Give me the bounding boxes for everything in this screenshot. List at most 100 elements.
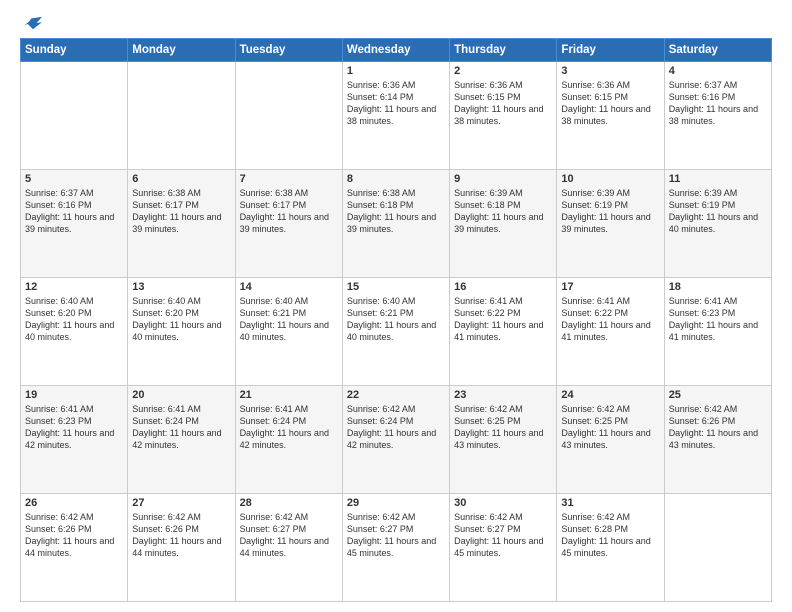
day-content: Sunrise: 6:42 AM Sunset: 6:28 PM Dayligh… — [561, 511, 659, 560]
day-header-thursday: Thursday — [450, 39, 557, 62]
day-header-monday: Monday — [128, 39, 235, 62]
calendar-cell: 4Sunrise: 6:37 AM Sunset: 6:16 PM Daylig… — [664, 62, 771, 170]
day-header-sunday: Sunday — [21, 39, 128, 62]
day-number: 19 — [25, 389, 123, 401]
day-content: Sunrise: 6:36 AM Sunset: 6:15 PM Dayligh… — [561, 79, 659, 128]
day-content: Sunrise: 6:42 AM Sunset: 6:25 PM Dayligh… — [454, 403, 552, 452]
day-number: 20 — [132, 389, 230, 401]
day-content: Sunrise: 6:40 AM Sunset: 6:21 PM Dayligh… — [240, 295, 338, 344]
day-content: Sunrise: 6:42 AM Sunset: 6:27 PM Dayligh… — [240, 511, 338, 560]
day-number: 11 — [669, 173, 767, 185]
calendar-week-3: 12Sunrise: 6:40 AM Sunset: 6:20 PM Dayli… — [21, 278, 772, 386]
day-number: 23 — [454, 389, 552, 401]
calendar-cell: 13 Sunrise: 6:40 AM Sunset: 6:20 PM Dayli… — [128, 278, 235, 386]
calendar-cell: 30 Sunrise: 6:42 AM Sunset: 6:27 PM Dayli… — [450, 494, 557, 602]
day-header-saturday: Saturday — [664, 39, 771, 62]
day-content: Sunrise: 6:42 AM Sunset: 6:27 PM Dayligh… — [454, 511, 552, 560]
day-number: 9 — [454, 173, 552, 185]
calendar-cell: 25 Sunrise: 6:42 AM Sunset: 6:26 PM Dayli… — [664, 386, 771, 494]
calendar-cell: 1 Sunrise: 6:36 AM Sunset: 6:14 PM Daylig… — [342, 62, 449, 170]
day-header-wednesday: Wednesday — [342, 39, 449, 62]
day-content: Sunrise: 6:41 AM Sunset: 6:23 PM Dayligh… — [25, 403, 123, 452]
day-content: Sunrise: 6:40 AM Sunset: 6:20 PM Dayligh… — [132, 295, 230, 344]
calendar-cell: 21Sunrise: 6:41 AM Sunset: 6:24 PM Dayli… — [235, 386, 342, 494]
day-content: Sunrise: 6:41 AM Sunset: 6:24 PM Dayligh… — [132, 403, 230, 452]
day-content: Sunrise: 6:41 AM Sunset: 6:23 PM Dayligh… — [669, 295, 767, 344]
day-content: Sunrise: 6:37 AM Sunset: 6:16 PM Dayligh… — [25, 187, 123, 236]
day-content: Sunrise: 6:42 AM Sunset: 6:24 PM Dayligh… — [347, 403, 445, 452]
day-content: Sunrise: 6:39 AM Sunset: 6:19 PM Dayligh… — [561, 187, 659, 236]
header — [20, 16, 772, 30]
calendar-cell: 5 Sunrise: 6:37 AM Sunset: 6:16 PM Daylig… — [21, 170, 128, 278]
day-content: Sunrise: 6:42 AM Sunset: 6:26 PM Dayligh… — [25, 511, 123, 560]
day-number: 15 — [347, 281, 445, 293]
calendar-week-2: 5 Sunrise: 6:37 AM Sunset: 6:16 PM Daylig… — [21, 170, 772, 278]
calendar-header-row: SundayMondayTuesdayWednesdayThursdayFrid… — [21, 39, 772, 62]
day-number: 4 — [669, 65, 767, 77]
day-number: 17 — [561, 281, 659, 293]
day-header-tuesday: Tuesday — [235, 39, 342, 62]
day-number: 18 — [669, 281, 767, 293]
day-content: Sunrise: 6:42 AM Sunset: 6:26 PM Dayligh… — [132, 511, 230, 560]
day-number: 3 — [561, 65, 659, 77]
calendar-cell: 17 Sunrise: 6:41 AM Sunset: 6:22 PM Dayli… — [557, 278, 664, 386]
logo-text — [20, 16, 42, 30]
day-number: 16 — [454, 281, 552, 293]
calendar-cell: 16 Sunrise: 6:41 AM Sunset: 6:22 PM Dayli… — [450, 278, 557, 386]
day-number: 25 — [669, 389, 767, 401]
day-content: Sunrise: 6:40 AM Sunset: 6:21 PM Dayligh… — [347, 295, 445, 344]
day-content: Sunrise: 6:42 AM Sunset: 6:27 PM Dayligh… — [347, 511, 445, 560]
day-content: Sunrise: 6:39 AM Sunset: 6:18 PM Dayligh… — [454, 187, 552, 236]
calendar-cell: 28Sunrise: 6:42 AM Sunset: 6:27 PM Dayli… — [235, 494, 342, 602]
day-number: 31 — [561, 497, 659, 509]
calendar-cell: 12Sunrise: 6:40 AM Sunset: 6:20 PM Dayli… — [21, 278, 128, 386]
calendar-week-1: 1 Sunrise: 6:36 AM Sunset: 6:14 PM Daylig… — [21, 62, 772, 170]
day-content: Sunrise: 6:40 AM Sunset: 6:20 PM Dayligh… — [25, 295, 123, 344]
calendar-cell — [21, 62, 128, 170]
calendar-cell: 2 Sunrise: 6:36 AM Sunset: 6:15 PM Daylig… — [450, 62, 557, 170]
calendar-cell: 19 Sunrise: 6:41 AM Sunset: 6:23 PM Dayli… — [21, 386, 128, 494]
calendar-cell: 31 Sunrise: 6:42 AM Sunset: 6:28 PM Dayli… — [557, 494, 664, 602]
day-number: 24 — [561, 389, 659, 401]
day-number: 22 — [347, 389, 445, 401]
day-number: 7 — [240, 173, 338, 185]
calendar-cell — [664, 494, 771, 602]
calendar-cell: 10 Sunrise: 6:39 AM Sunset: 6:19 PM Dayli… — [557, 170, 664, 278]
day-number: 5 — [25, 173, 123, 185]
day-header-friday: Friday — [557, 39, 664, 62]
calendar-cell: 26 Sunrise: 6:42 AM Sunset: 6:26 PM Dayli… — [21, 494, 128, 602]
page: SundayMondayTuesdayWednesdayThursdayFrid… — [0, 0, 792, 612]
logo — [20, 16, 42, 30]
day-content: Sunrise: 6:36 AM Sunset: 6:15 PM Dayligh… — [454, 79, 552, 128]
day-number: 30 — [454, 497, 552, 509]
calendar-cell: 24 Sunrise: 6:42 AM Sunset: 6:25 PM Dayli… — [557, 386, 664, 494]
calendar-cell: 8Sunrise: 6:38 AM Sunset: 6:18 PM Daylig… — [342, 170, 449, 278]
day-number: 14 — [240, 281, 338, 293]
logo-bird-icon — [24, 16, 42, 30]
day-number: 2 — [454, 65, 552, 77]
calendar-cell: 23 Sunrise: 6:42 AM Sunset: 6:25 PM Dayli… — [450, 386, 557, 494]
day-number: 29 — [347, 497, 445, 509]
calendar-cell: 11Sunrise: 6:39 AM Sunset: 6:19 PM Dayli… — [664, 170, 771, 278]
day-content: Sunrise: 6:41 AM Sunset: 6:22 PM Dayligh… — [561, 295, 659, 344]
calendar-week-5: 26 Sunrise: 6:42 AM Sunset: 6:26 PM Dayli… — [21, 494, 772, 602]
calendar-cell — [128, 62, 235, 170]
day-content: Sunrise: 6:38 AM Sunset: 6:17 PM Dayligh… — [132, 187, 230, 236]
day-number: 13 — [132, 281, 230, 293]
day-content: Sunrise: 6:38 AM Sunset: 6:17 PM Dayligh… — [240, 187, 338, 236]
day-content: Sunrise: 6:42 AM Sunset: 6:26 PM Dayligh… — [669, 403, 767, 452]
calendar-cell: 9 Sunrise: 6:39 AM Sunset: 6:18 PM Daylig… — [450, 170, 557, 278]
calendar-cell: 27 Sunrise: 6:42 AM Sunset: 6:26 PM Dayli… — [128, 494, 235, 602]
day-number: 26 — [25, 497, 123, 509]
day-number: 27 — [132, 497, 230, 509]
calendar-cell: 3 Sunrise: 6:36 AM Sunset: 6:15 PM Daylig… — [557, 62, 664, 170]
day-content: Sunrise: 6:42 AM Sunset: 6:25 PM Dayligh… — [561, 403, 659, 452]
day-number: 10 — [561, 173, 659, 185]
day-content: Sunrise: 6:41 AM Sunset: 6:22 PM Dayligh… — [454, 295, 552, 344]
day-number: 1 — [347, 65, 445, 77]
day-content: Sunrise: 6:36 AM Sunset: 6:14 PM Dayligh… — [347, 79, 445, 128]
calendar-cell: 18 Sunrise: 6:41 AM Sunset: 6:23 PM Dayli… — [664, 278, 771, 386]
calendar-cell: 7 Sunrise: 6:38 AM Sunset: 6:17 PM Daylig… — [235, 170, 342, 278]
calendar-cell: 6Sunrise: 6:38 AM Sunset: 6:17 PM Daylig… — [128, 170, 235, 278]
day-content: Sunrise: 6:38 AM Sunset: 6:18 PM Dayligh… — [347, 187, 445, 236]
